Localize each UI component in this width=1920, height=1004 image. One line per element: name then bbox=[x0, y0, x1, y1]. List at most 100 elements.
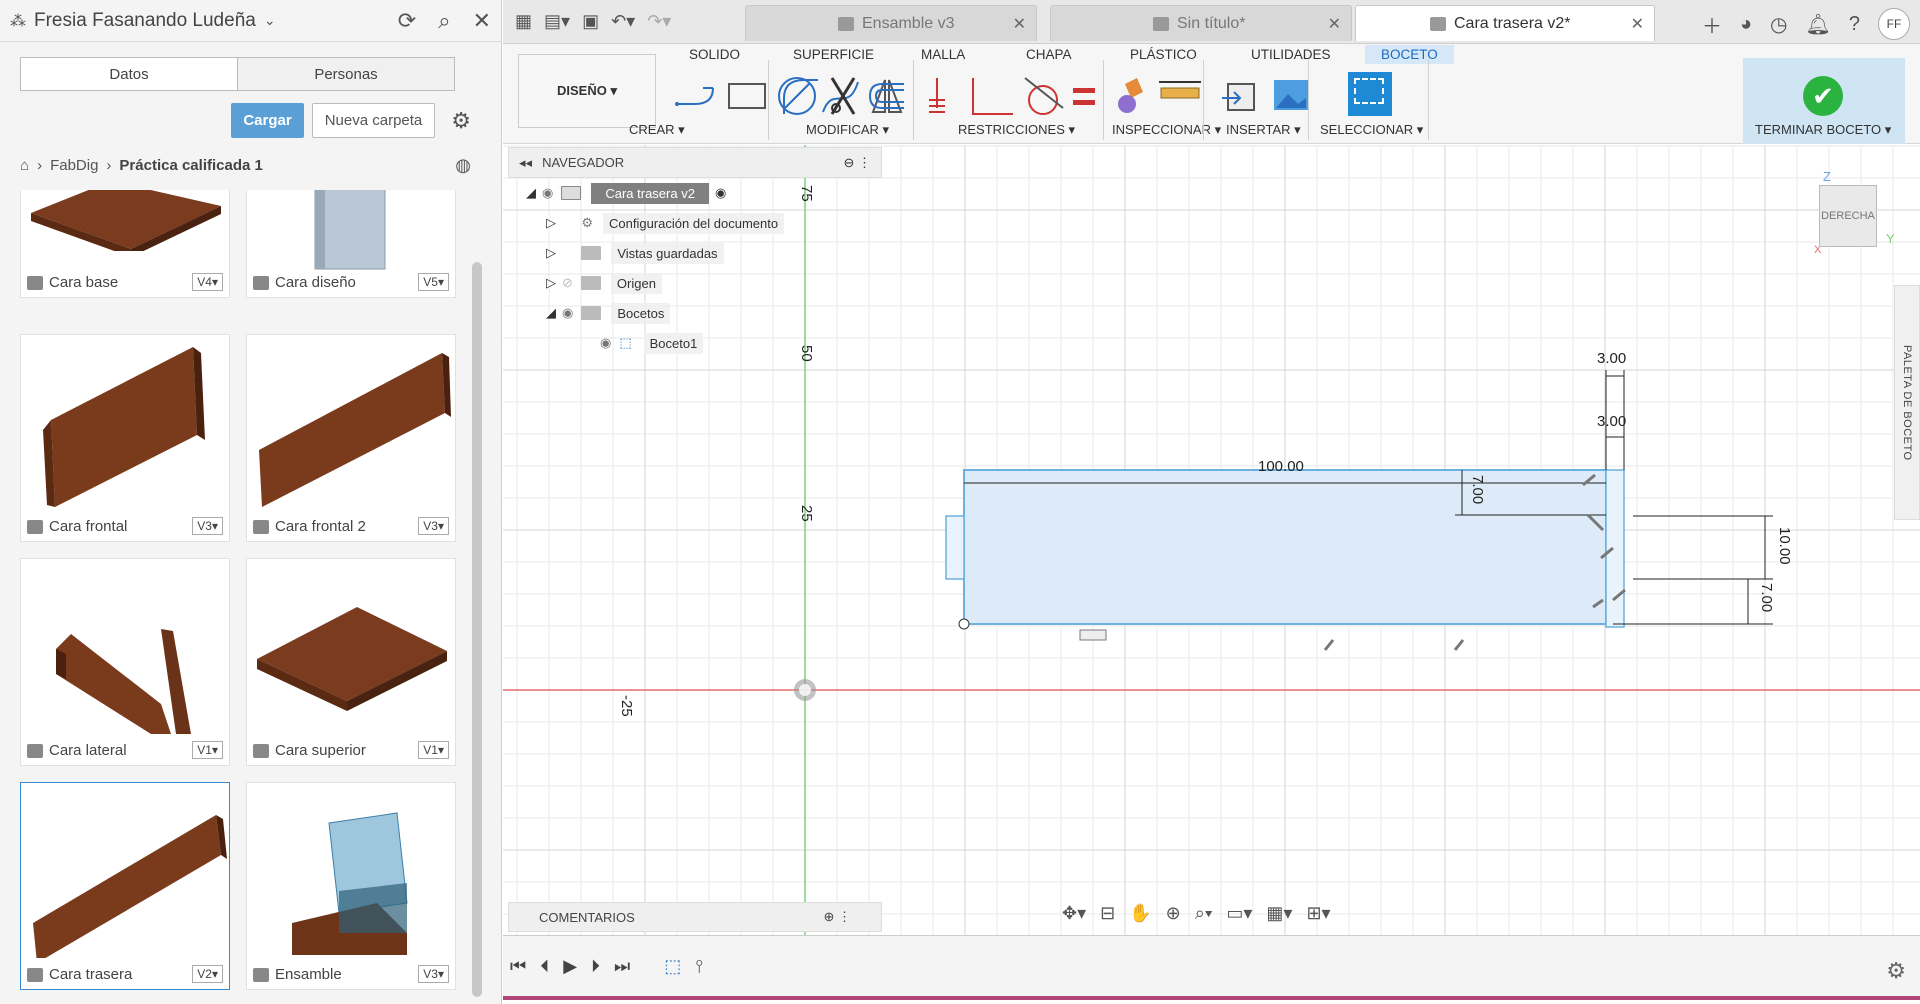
file-menu-icon[interactable]: ▤▾ bbox=[544, 11, 570, 32]
version-badge[interactable]: V3▾ bbox=[418, 965, 449, 983]
go-to-start-icon[interactable]: ⏮ bbox=[510, 956, 526, 977]
add-comment-icon[interactable]: ⊕ ⋮ bbox=[823, 909, 851, 925]
tab-plastico[interactable]: PLÁSTICO bbox=[1130, 47, 1197, 62]
close-icon[interactable]: ✕ bbox=[1013, 14, 1026, 34]
workspace-switcher[interactable]: DISEÑO ▾ bbox=[518, 54, 656, 128]
dimension-bottom[interactable]: 7.00 bbox=[1758, 583, 1775, 612]
tab-superficie[interactable]: SUPERFICIE bbox=[793, 47, 874, 62]
tab-personas[interactable]: Personas bbox=[237, 58, 454, 90]
visibility-eye-icon[interactable]: ◉ bbox=[562, 305, 573, 321]
finish-sketch-icon[interactable]: ✔ bbox=[1803, 76, 1843, 116]
sketch-point[interactable] bbox=[958, 618, 970, 630]
visibility-eye-icon[interactable]: ◉ bbox=[542, 185, 553, 201]
expand-triangle-icon[interactable]: ▷ bbox=[546, 215, 562, 231]
tab-solido[interactable]: SOLIDO bbox=[689, 47, 740, 62]
trim-icon[interactable] bbox=[830, 77, 856, 115]
view-cube[interactable]: DERECHA bbox=[1819, 185, 1877, 247]
tree-item-boceto1[interactable]: ◉ ⬚ Boceto1 bbox=[508, 328, 882, 358]
version-badge[interactable]: V3▾ bbox=[418, 517, 449, 535]
version-badge[interactable]: V4▾ bbox=[192, 273, 223, 291]
navigator-menu-icon[interactable]: ⊖ ⋮ bbox=[843, 155, 871, 171]
doc-tab-sin-titulo[interactable]: Sin título* ✕ bbox=[1050, 5, 1352, 41]
breadcrumb-fabdig[interactable]: FabDig bbox=[50, 157, 98, 174]
job-status-icon[interactable]: ◷ bbox=[1770, 12, 1787, 37]
insert-image-icon[interactable] bbox=[1274, 80, 1308, 110]
new-tab-icon[interactable]: ＋ bbox=[1702, 10, 1722, 39]
tab-chapa[interactable]: CHAPA bbox=[1026, 47, 1072, 62]
equal-icon[interactable] bbox=[1073, 88, 1095, 105]
dimension-height-top[interactable]: 7.00 bbox=[1469, 475, 1486, 504]
viewports-icon[interactable]: ⊞▾ bbox=[1306, 903, 1330, 924]
help-icon[interactable]: ? bbox=[1849, 13, 1860, 36]
gear-icon[interactable]: ⚙ bbox=[451, 108, 471, 134]
step-back-icon[interactable]: ⏴ bbox=[540, 956, 549, 977]
file-card[interactable]: Cara base V4▾ bbox=[20, 190, 230, 298]
dimension-length[interactable]: 100.00 bbox=[1258, 458, 1304, 475]
expand-triangle-icon[interactable]: ▷ bbox=[546, 245, 562, 261]
insert-derive-icon[interactable] bbox=[1222, 83, 1255, 111]
home-icon[interactable]: ⌂ bbox=[20, 157, 29, 174]
timeline-sketch-icon[interactable]: ⬚ bbox=[664, 956, 681, 977]
file-card[interactable]: Cara superior V1▾ bbox=[246, 558, 456, 766]
play-icon[interactable]: ▶ bbox=[563, 956, 577, 977]
go-to-end-icon[interactable]: ⏭ bbox=[614, 956, 630, 977]
pan-icon[interactable]: ✋ bbox=[1129, 903, 1151, 924]
tab-utilidades[interactable]: UTILIDADES bbox=[1251, 47, 1331, 62]
version-badge[interactable]: V2▾ bbox=[192, 965, 223, 983]
save-icon[interactable]: ▣ bbox=[582, 11, 599, 32]
active-radio-icon[interactable]: ◉ bbox=[715, 185, 726, 201]
timeline-settings-icon[interactable]: ⚙ bbox=[1886, 958, 1906, 984]
grid-settings-icon[interactable]: ▦▾ bbox=[1266, 903, 1292, 924]
coincident-icon[interactable] bbox=[929, 78, 945, 113]
collapse-triangle-icon[interactable]: ◢ bbox=[526, 185, 542, 201]
section-analysis-icon[interactable] bbox=[1118, 78, 1143, 113]
visibility-eye-icon[interactable]: ◉ bbox=[600, 335, 611, 351]
comments-panel[interactable]: COMENTARIOS ⊕ ⋮ bbox=[508, 902, 882, 932]
orbit-icon[interactable]: ✥▾ bbox=[1062, 903, 1086, 924]
tree-item-vistas[interactable]: ▷ ◉ Vistas guardadas bbox=[508, 238, 882, 268]
close-icon[interactable]: ✕ bbox=[473, 8, 491, 34]
chevron-down-icon[interactable]: ⌄ bbox=[264, 12, 276, 29]
version-badge[interactable]: V3▾ bbox=[192, 517, 223, 535]
sketch-palette-tab[interactable]: PALETA DE BOCETO bbox=[1894, 285, 1920, 520]
new-folder-button[interactable]: Nueva carpeta bbox=[311, 103, 436, 138]
tab-malla[interactable]: MALLA bbox=[921, 47, 965, 62]
timeline-marker-icon[interactable]: ⫯ bbox=[695, 956, 703, 977]
group-terminar-boceto[interactable]: TERMINAR BOCETO ▾ bbox=[1755, 122, 1891, 138]
collapse-triangle-icon[interactable]: ◢ bbox=[546, 305, 562, 321]
zoom-icon[interactable]: ⊕ bbox=[1166, 903, 1181, 924]
group-insertar[interactable]: INSERTAR ▾ bbox=[1226, 122, 1301, 138]
fillet-icon[interactable] bbox=[783, 79, 818, 114]
line-icon[interactable] bbox=[675, 87, 714, 106]
close-icon[interactable]: ✕ bbox=[1631, 14, 1644, 34]
tree-item-config[interactable]: ▷ ◉ ⚙ Configuración del documento bbox=[508, 208, 882, 238]
horizontal-constraint-icon[interactable] bbox=[1079, 629, 1107, 641]
hidden-eye-icon[interactable]: ⊘ bbox=[562, 275, 573, 291]
dimension-tab-height[interactable]: 10.00 bbox=[1776, 527, 1793, 565]
app-grid-icon[interactable]: ▦ bbox=[515, 11, 532, 32]
file-card[interactable]: Cara trasera V2▾ bbox=[20, 782, 230, 990]
file-card[interactable]: Cara lateral V1▾ bbox=[20, 558, 230, 766]
globe-icon[interactable]: ◍ bbox=[455, 155, 471, 176]
step-forward-icon[interactable]: ⏵ bbox=[591, 956, 600, 977]
measure-icon[interactable] bbox=[1159, 81, 1201, 99]
sketch-tab-right[interactable] bbox=[1605, 469, 1625, 628]
group-crear[interactable]: CREAR ▾ bbox=[629, 122, 685, 138]
dimension-thickness[interactable]: 3.00 bbox=[1597, 350, 1626, 367]
navigator-header[interactable]: ◂◂ NAVEGADOR ⊖ ⋮ bbox=[508, 147, 882, 178]
tree-item-origen[interactable]: ▷ ⊘ Origen bbox=[508, 268, 882, 298]
redo-icon[interactable]: ↷▾ bbox=[647, 11, 671, 32]
group-seleccionar[interactable]: SELECCIONAR ▾ bbox=[1320, 122, 1423, 138]
look-at-icon[interactable]: ⊟ bbox=[1100, 903, 1115, 924]
tab-boceto[interactable]: BOCETO bbox=[1365, 45, 1454, 64]
version-badge[interactable]: V1▾ bbox=[418, 741, 449, 759]
upload-button[interactable]: Cargar bbox=[231, 103, 304, 138]
avatar[interactable]: FF bbox=[1878, 8, 1910, 40]
undo-icon[interactable]: ↶▾ bbox=[611, 11, 635, 32]
notifications-icon[interactable]: 🔔︎ bbox=[1805, 12, 1830, 37]
file-card[interactable]: Cara diseño V5▾ bbox=[246, 190, 456, 298]
doc-tab-ensamble[interactable]: Ensamble v3 ✕ bbox=[745, 5, 1037, 41]
tree-item-bocetos[interactable]: ◢ ◉ Bocetos bbox=[508, 298, 882, 328]
search-icon[interactable]: ⌕ bbox=[438, 8, 450, 34]
tree-root[interactable]: ◢ ◉ Cara trasera v2 ◉ bbox=[508, 178, 882, 208]
